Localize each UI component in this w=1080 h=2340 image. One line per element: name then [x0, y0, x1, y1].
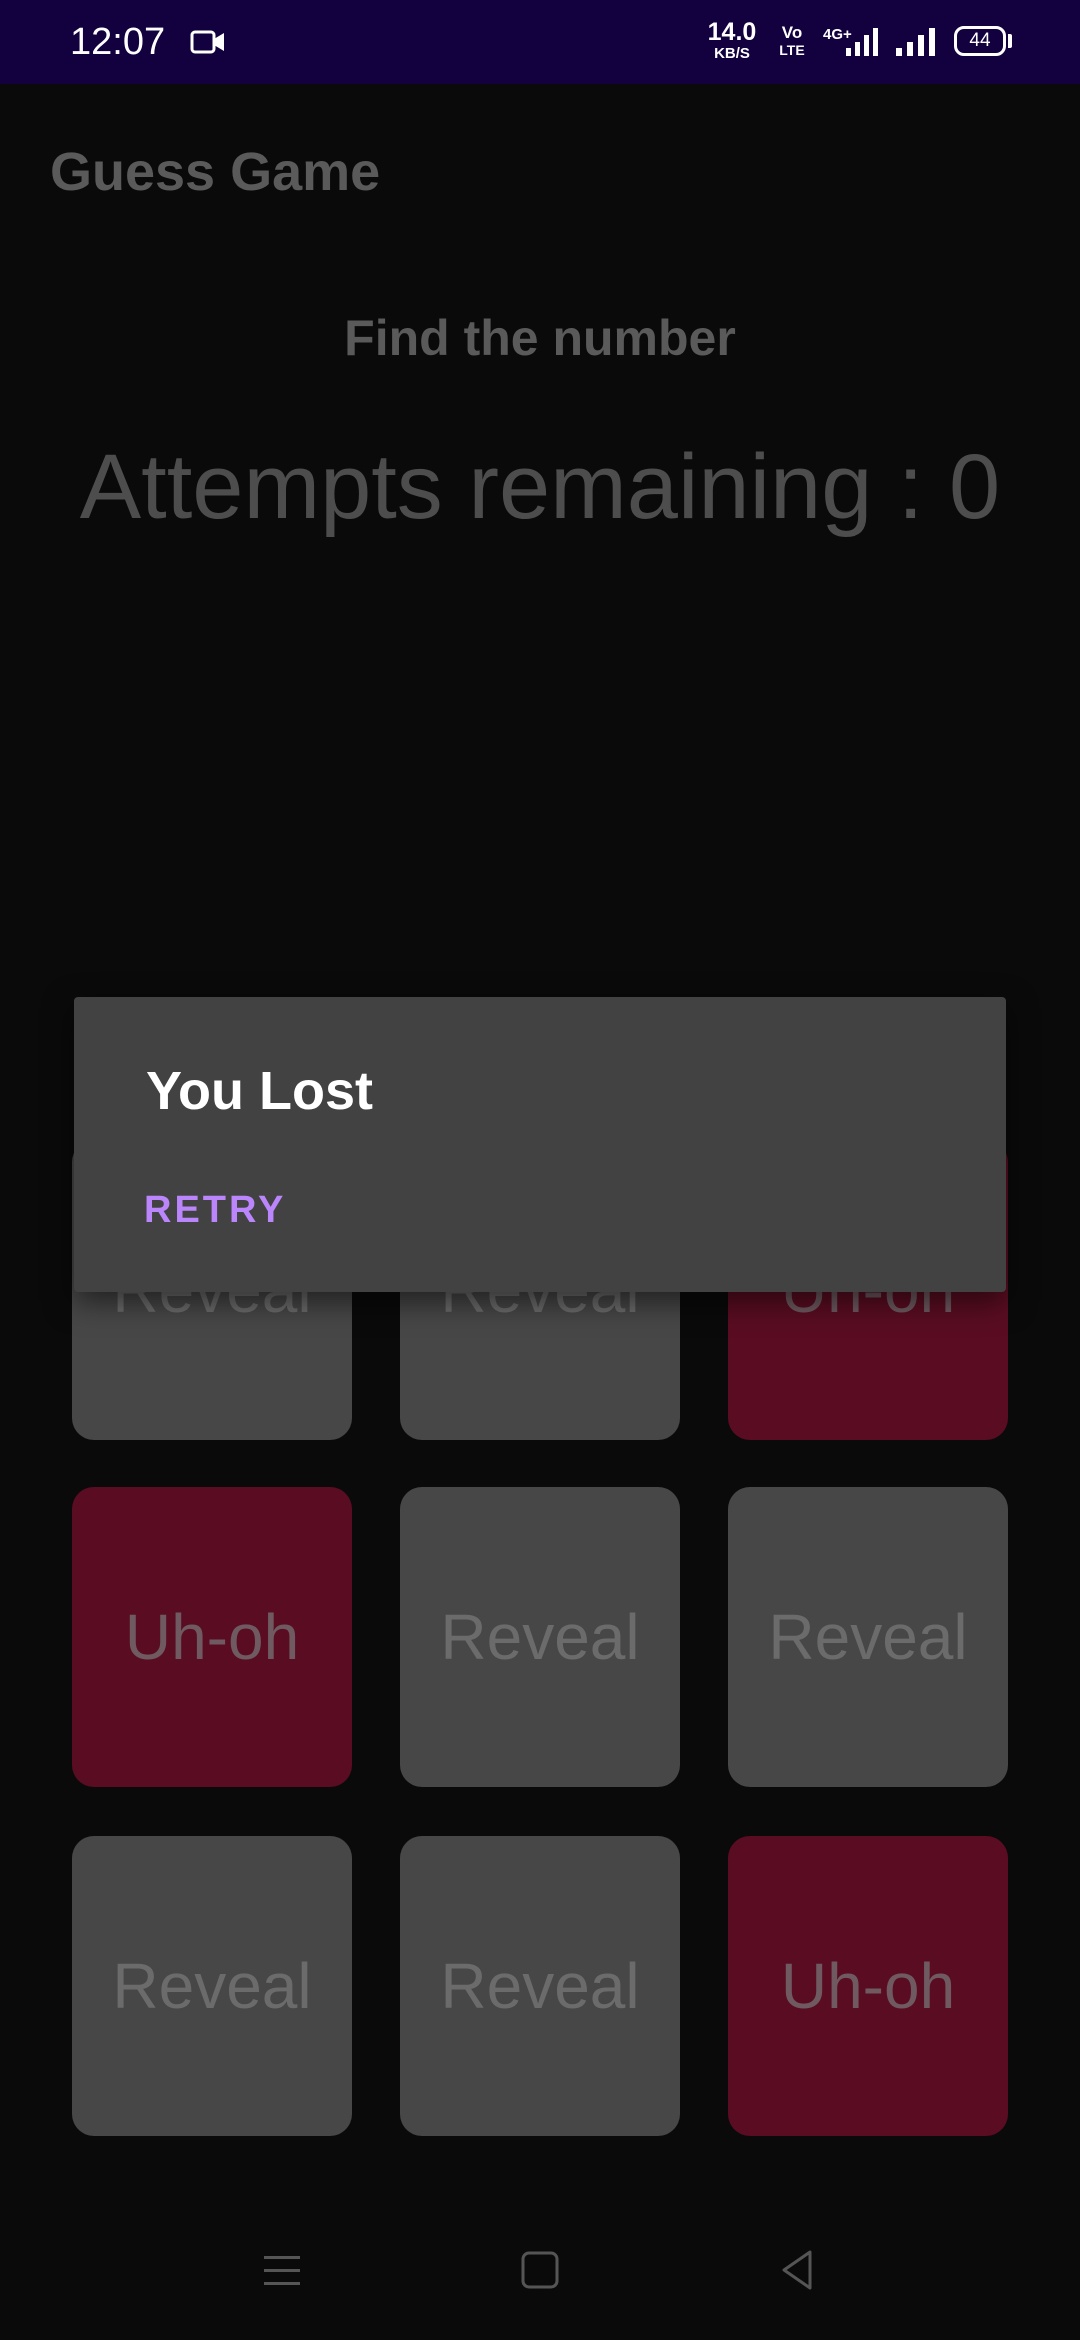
volte-top: Vo [781, 23, 803, 42]
subtitle: Find the number [344, 310, 736, 366]
tile-8[interactable]: Reveal [400, 1836, 680, 2136]
volte-bottom: LTE [779, 42, 805, 58]
net-speed-value: 14.0 [707, 18, 757, 46]
attempts-remaining: Attempts remaining : 0 [79, 436, 1001, 538]
status-time: 12:07 [70, 21, 166, 63]
battery-icon: 44 [954, 26, 1006, 56]
tile-5[interactable]: Reveal [400, 1487, 680, 1787]
battery-level: 44 [969, 30, 991, 51]
app-title: Guess Game [50, 142, 381, 202]
signal-icon [846, 28, 878, 56]
retry-button[interactable]: RETRY [144, 1187, 286, 1233]
result-dialog: You Lost RETRY [74, 997, 1006, 1292]
net-speed-unit: KB/S [714, 45, 750, 62]
tile-9[interactable]: Uh-oh [728, 1836, 1008, 2136]
menu-icon[interactable] [252, 2240, 312, 2300]
tile-4[interactable]: Uh-oh [72, 1487, 352, 1787]
home-icon[interactable] [510, 2240, 570, 2300]
volte-indicator: Vo LTE [772, 24, 812, 57]
tile-7[interactable]: Reveal [72, 1836, 352, 2136]
back-icon[interactable] [768, 2240, 828, 2300]
dialog-title: You Lost [146, 1061, 373, 1121]
net-speed: 14.0 KB/S [706, 18, 758, 62]
signal-icon [896, 28, 935, 56]
video-camera-icon [190, 30, 224, 54]
tile-6[interactable]: Reveal [728, 1487, 1008, 1787]
status-bar: 12:07 14.0 KB/S Vo LTE 4G+ 44 [0, 0, 1080, 84]
battery-tip [1008, 34, 1012, 48]
